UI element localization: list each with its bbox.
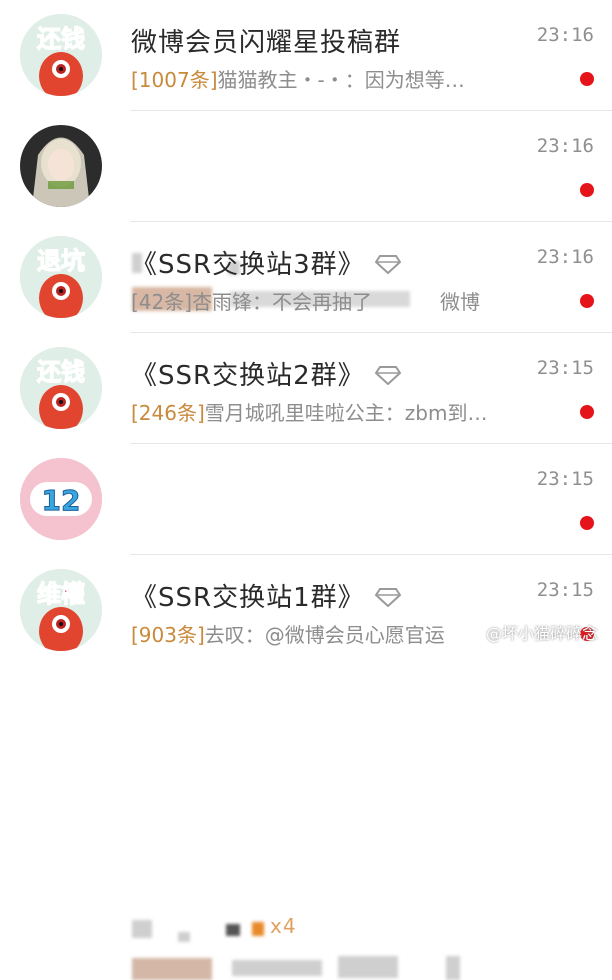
chat-time: 23:15 — [536, 357, 594, 379]
redacted-block — [338, 956, 398, 978]
unread-dot — [580, 183, 594, 197]
unread-count: [903条] — [131, 623, 205, 647]
chat-title-text: 《SSR交换站3群》 — [131, 250, 365, 280]
chat-row[interactable]: 还钱 《SSR交换站2群》 23:15 [246条]雪月城吼里哇啦公主：zbm到… — [0, 333, 612, 444]
redacted-block — [132, 958, 212, 980]
unread-count: [42条] — [131, 290, 193, 314]
redacted-block — [132, 920, 152, 938]
chat-title-text: 《SSR交换站2群》 — [131, 361, 365, 391]
last-message: 杏雨锋：不会再抽了 — [192, 290, 373, 314]
chat-row[interactable]: 23:16 微博 — [0, 111, 612, 314]
redacted-block — [232, 960, 322, 976]
chat-time: 23:16 — [536, 135, 594, 157]
unread-count: [1007条] — [131, 68, 218, 92]
diamond-icon — [374, 584, 401, 614]
chat-row[interactable]: 维權 《SSR交换站1群》 23:15 [903条]去叹：@微博会员心愿官运 — [0, 555, 612, 666]
chat-title: x4 — [270, 914, 297, 938]
redacted-block — [252, 922, 264, 936]
diamond-icon — [374, 362, 401, 392]
chat-title: 《SSR交换站2群》 — [131, 355, 401, 392]
chat-preview: [246条]雪月城吼里哇啦公主：zbm到… — [131, 397, 487, 426]
avatar[interactable]: 12 — [20, 458, 102, 540]
chat-title: 微博会员闪耀星投稿群 — [131, 28, 402, 58]
watermark: @坏小猫碎碎念 — [485, 624, 598, 643]
unread-dot — [580, 72, 594, 86]
avatar-text: 维權 — [37, 580, 85, 608]
avatar[interactable]: 还钱 — [20, 14, 102, 96]
redacted-block — [226, 924, 240, 936]
redacted-block — [446, 956, 460, 980]
chat-preview: [42条]杏雨锋：不会再抽了 — [131, 286, 372, 315]
chat-row[interactable]: 12 x4 23:15 — [0, 444, 612, 980]
chat-time: 23:16 — [536, 24, 594, 46]
avatar-text: 12 — [42, 484, 81, 517]
avatar-text: 还钱 — [37, 358, 85, 386]
avatar-text: 退坑 — [37, 247, 85, 275]
chat-row[interactable]: 还钱 微博会员闪耀星投稿群 23:16 [1007条]猫猫教主・-・：因为想等… — [0, 0, 612, 111]
unread-dot — [580, 405, 594, 419]
chat-list: 还钱 微博会员闪耀星投稿群 23:16 [1007条]猫猫教主・-・：因为想等…… — [0, 0, 612, 980]
avatar[interactable] — [20, 125, 102, 207]
avatar[interactable]: 还钱 — [20, 347, 102, 429]
last-message: 去叹：@微博会员心愿官运 — [204, 623, 445, 647]
unread-dot — [580, 516, 594, 530]
chat-title: 《SSR交换站3群》 — [131, 244, 401, 281]
unread-dot — [580, 294, 594, 308]
chat-row[interactable]: 退坑 《SSR交换站3群》 23:16 [42条]杏雨锋：不会再抽了 — [0, 222, 612, 333]
avatar-text: 还钱 — [37, 25, 85, 53]
redacted-block — [178, 932, 190, 942]
chat-time: 23:15 — [536, 468, 594, 490]
chat-preview: [903条]去叹：@微博会员心愿官运 — [131, 619, 445, 648]
chat-time: 23:15 — [536, 579, 594, 601]
last-message: 雪月城吼里哇啦公主：zbm到… — [204, 401, 488, 425]
chat-preview: [1007条]猫猫教主・-・：因为想等… — [131, 64, 465, 93]
avatar[interactable]: 维權 — [20, 569, 102, 651]
avatar[interactable]: 退坑 — [20, 236, 102, 318]
diamond-icon — [374, 251, 401, 281]
chat-time: 23:16 — [536, 246, 594, 268]
unread-count: [246条] — [131, 401, 205, 425]
chat-title-text: 《SSR交换站1群》 — [131, 583, 365, 613]
chat-title: 《SSR交换站1群》 — [131, 577, 401, 614]
last-message: 猫猫教主・-・：因为想等… — [217, 68, 465, 92]
